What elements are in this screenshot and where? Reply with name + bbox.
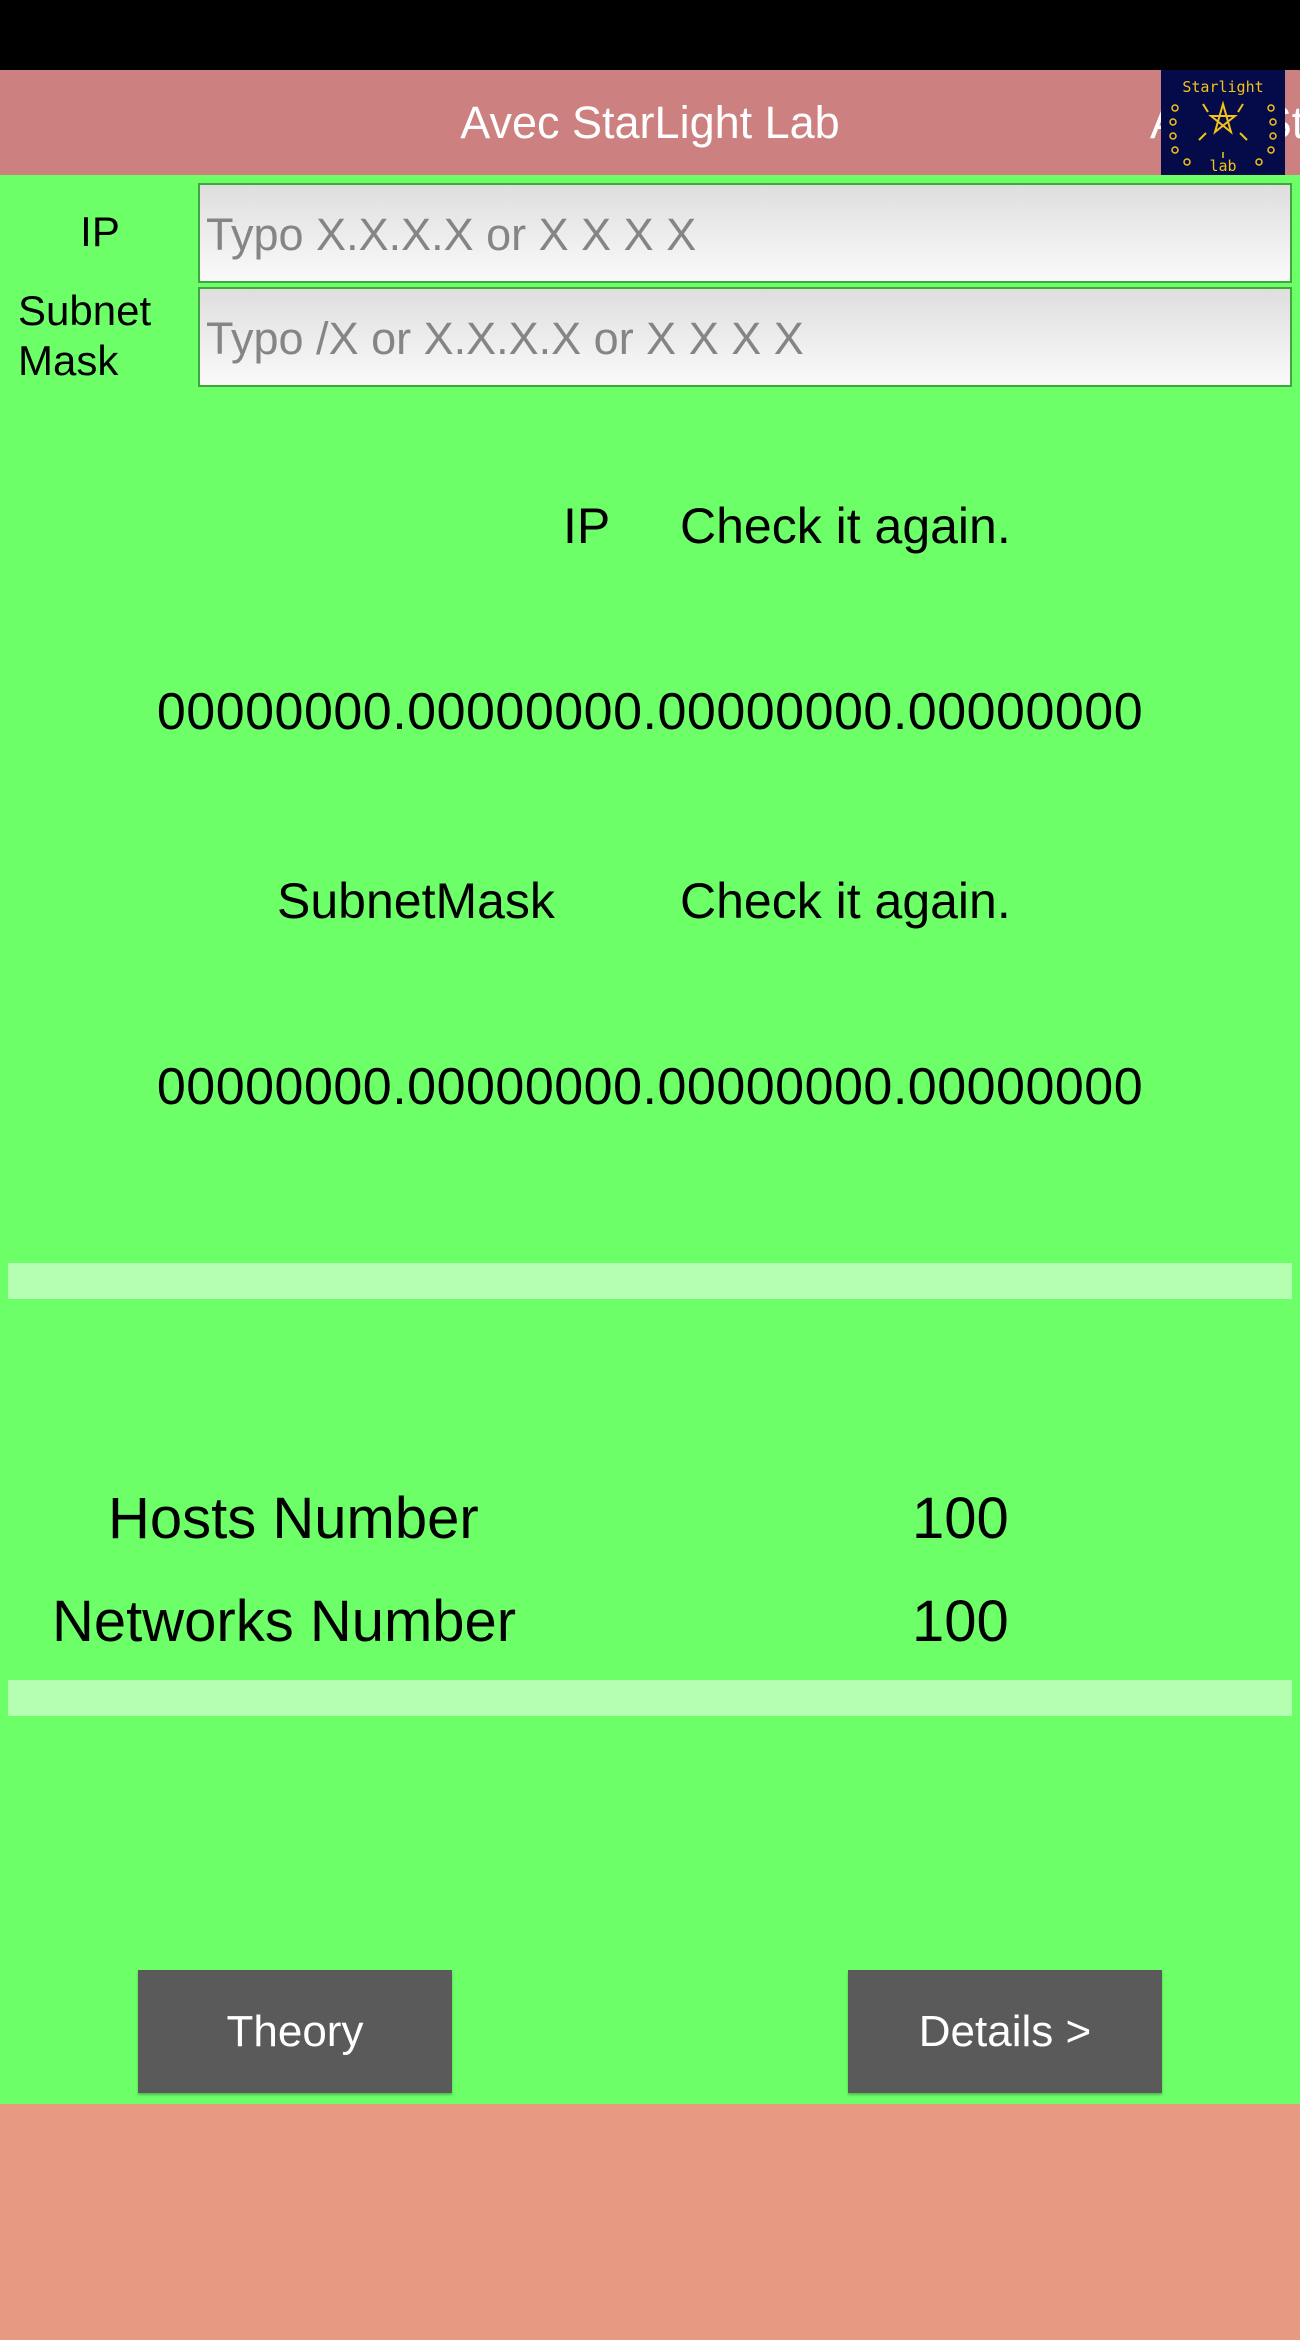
networks-number-value: 100 [912, 1589, 1009, 1654]
ip-result-label: IP [563, 498, 611, 554]
ip-label: IP [80, 208, 120, 255]
subnet-label-line1: Subnet [18, 287, 152, 334]
divider-top [8, 1263, 1292, 1299]
networks-number-label: Networks Number [52, 1589, 517, 1654]
subnet-mask-label: Subnet Mask [18, 287, 188, 385]
logo-text-top: Starlight [1182, 78, 1263, 96]
logo-text-bottom: lab [1209, 157, 1236, 175]
subnet-binary: 00000000.00000000.00000000.00000000 [156, 1058, 1144, 1116]
status-bar [0, 0, 1300, 70]
subnet-result-status: Check it again. [680, 873, 1011, 929]
subnet-result-label: SubnetMask [277, 873, 555, 929]
main-content: IP Subnet Mask IP Check it again. 000000… [0, 175, 1300, 2105]
footer-area [0, 2104, 1300, 2340]
subnet-label-line2: Mask [18, 337, 119, 384]
starlight-lab-logo-icon: Starlight lab [1161, 70, 1285, 175]
ip-binary: 00000000.00000000.00000000.00000000 [156, 683, 1144, 741]
theory-button[interactable]: Theory [138, 1970, 452, 2093]
logo-star-icon [1208, 100, 1238, 135]
details-button[interactable]: Details > [848, 1970, 1162, 2093]
app-title: Avec StarLight Lab [460, 97, 840, 148]
subnet-mask-input[interactable] [198, 287, 1292, 387]
ip-result-status: Check it again. [680, 498, 1011, 554]
divider-bottom [8, 1680, 1292, 1716]
ip-input[interactable] [198, 183, 1292, 283]
hosts-number-label: Hosts Number [108, 1486, 479, 1551]
title-bar: Avec StarLight Lab Avec StarLight Lab St… [0, 70, 1300, 175]
hosts-number-value: 100 [912, 1486, 1009, 1551]
